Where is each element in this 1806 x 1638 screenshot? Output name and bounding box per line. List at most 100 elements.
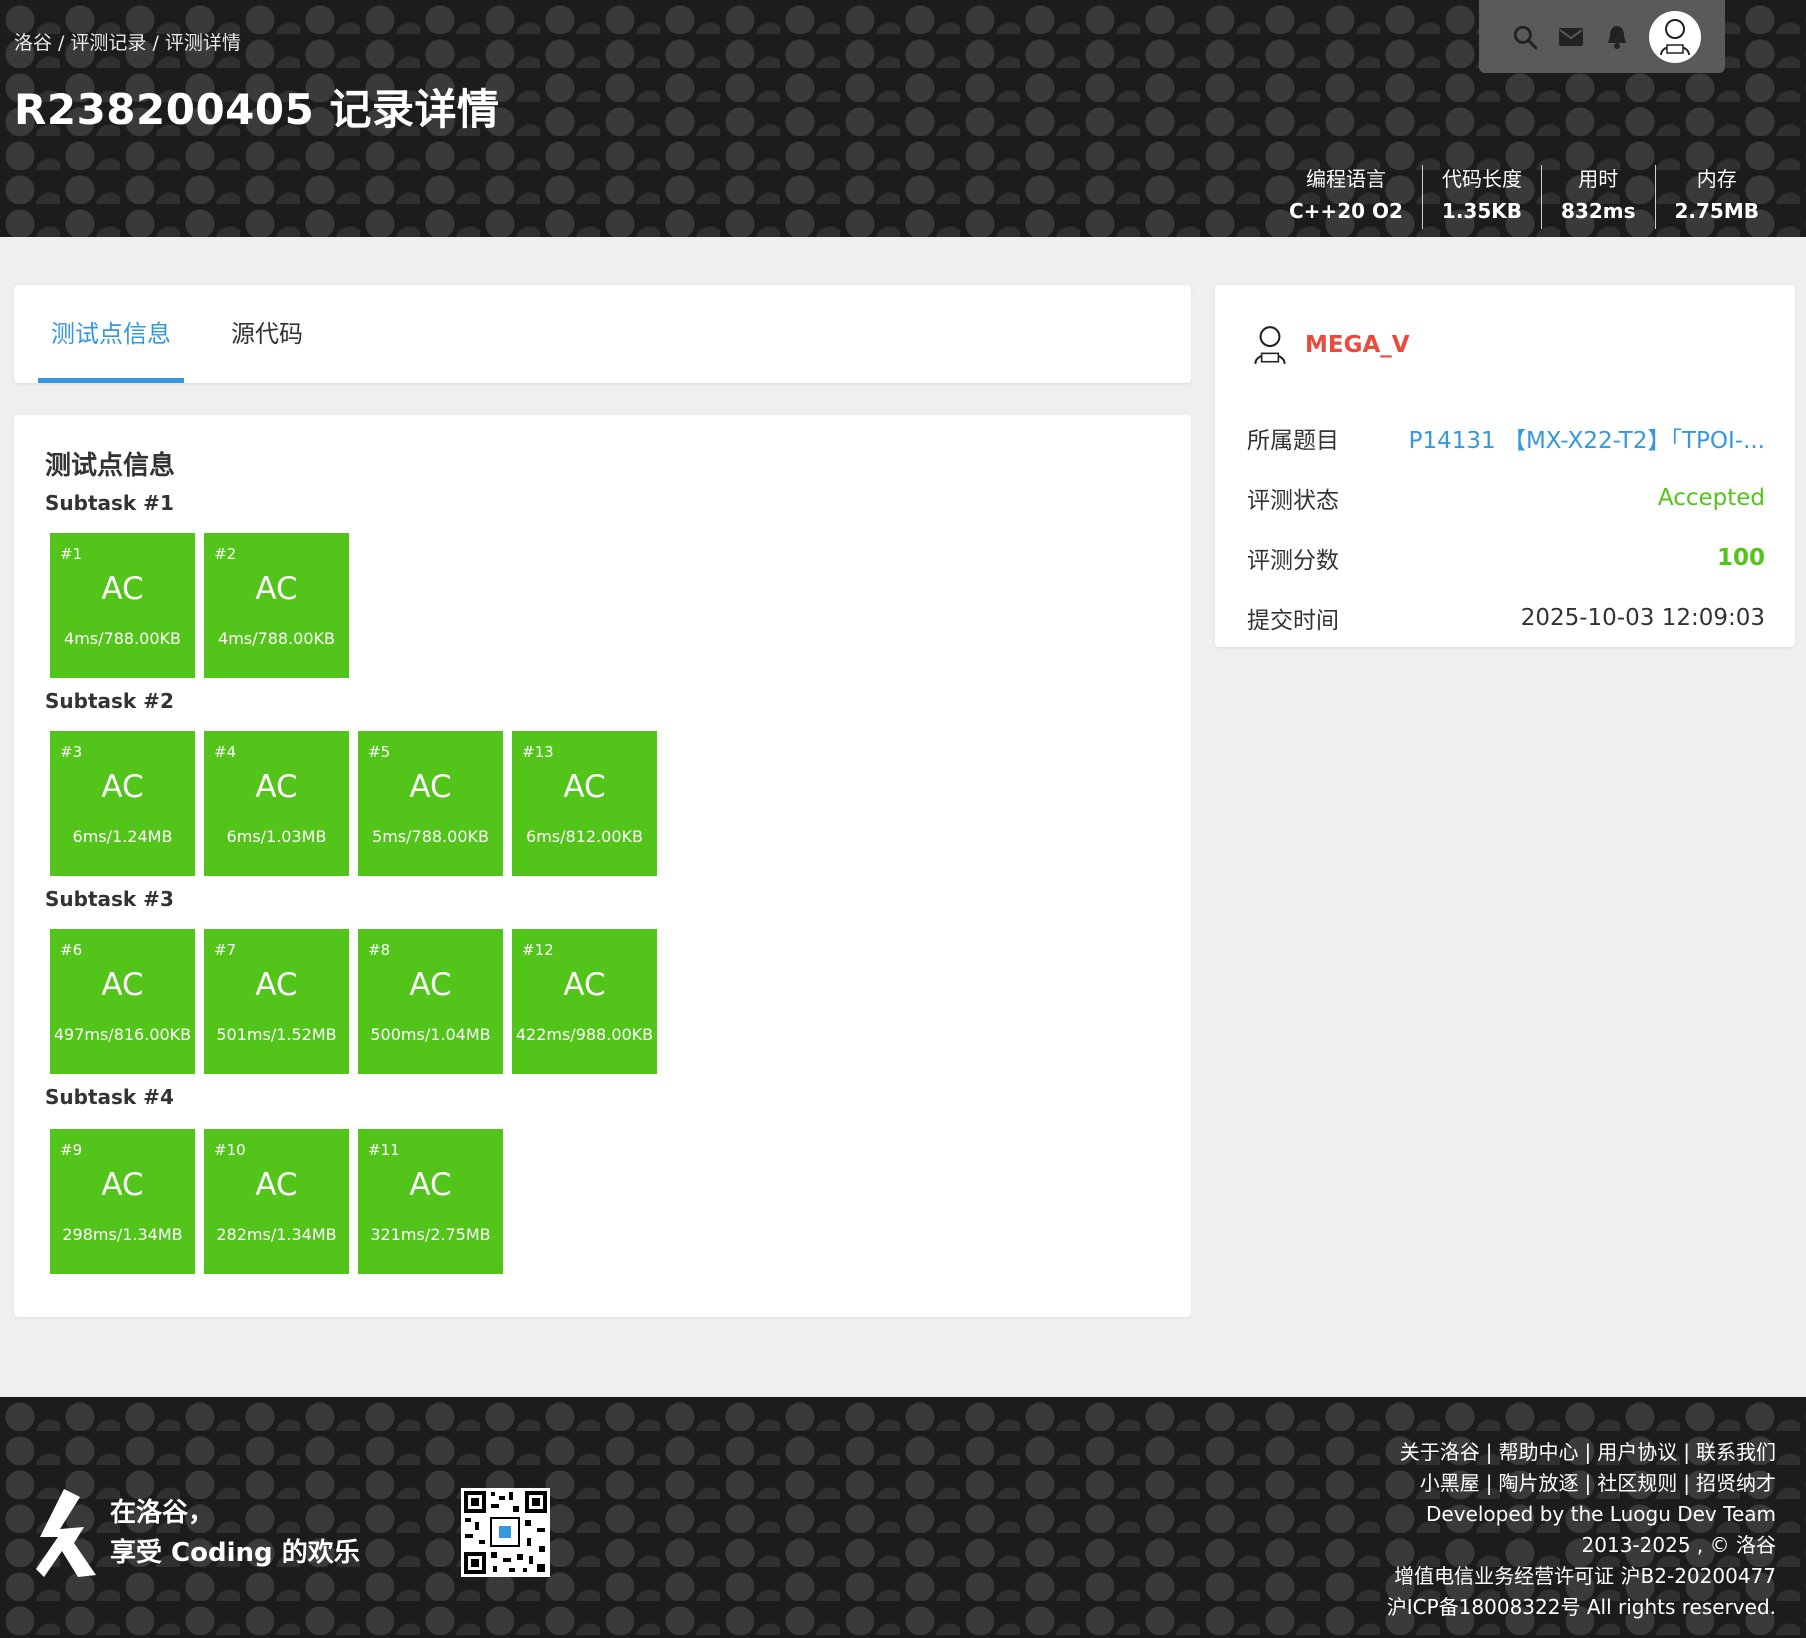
stat-value: 2.75MB — [1674, 199, 1760, 223]
tab-testcases[interactable]: 测试点信息 — [38, 285, 184, 383]
tab-source-code[interactable]: 源代码 — [214, 285, 320, 383]
subtask-cases: #6 AC 497ms/816.00KB #7 AC 501ms/1.52MB #8 AC… — [50, 929, 657, 1074]
testcase-card[interactable]: #1 AC 4ms/788.00KB — [50, 533, 195, 678]
breadcrumb-records[interactable]: 评测记录 — [70, 32, 146, 54]
user-avatar[interactable] — [1247, 322, 1293, 368]
slogan-line: 在洛谷， — [110, 1498, 215, 1528]
footer-link-blacklist[interactable]: 小黑屋 — [1420, 1471, 1480, 1495]
testcase-card[interactable]: #8 AC 500ms/1.04MB — [358, 929, 503, 1074]
avatar[interactable] — [1649, 10, 1701, 63]
score-value: 100 — [1716, 545, 1765, 571]
stat-code-length: 代码长度 1.35KB — [1421, 165, 1541, 229]
testcase-card[interactable]: #13 AC 6ms/812.00KB — [512, 731, 657, 876]
submit-time-value: 2025-10-03 12:09:03 — [1520, 605, 1765, 631]
testcase-usage: 298ms/1.34MB — [62, 1225, 183, 1244]
breadcrumb-detail: 评测详情 — [164, 32, 241, 54]
breadcrumb-luogu[interactable]: 洛谷 — [14, 32, 52, 54]
stat-memory: 内存 2.75MB — [1654, 165, 1779, 229]
info-label: 提交时间 — [1247, 608, 1339, 634]
record-info-card: MEGA_V 所属题目 P14131 【MX-X22-T2】「TPOI-... … — [1215, 285, 1795, 647]
subtask-title: Subtask #2 — [45, 689, 174, 713]
testcase-status: AC — [409, 1167, 452, 1203]
testcase-id: #3 — [60, 743, 83, 761]
stat-label: 编程语言 — [1305, 167, 1386, 191]
testcase-usage: 501ms/1.52MB — [216, 1025, 337, 1044]
footer-links-row: 关于洛谷 | 帮助中心 | 用户协议 | 联系我们 — [1399, 1440, 1776, 1464]
testcase-status: AC — [563, 967, 606, 1003]
testcase-card[interactable]: #7 AC 501ms/1.52MB — [204, 929, 349, 1074]
testcase-status: AC — [563, 769, 606, 805]
stat-language: 编程语言 C++20 O2 — [1270, 165, 1422, 229]
testcase-status: AC — [255, 571, 298, 607]
testcase-id: #4 — [214, 743, 237, 761]
testcase-card[interactable]: #2 AC 4ms/788.00KB — [204, 533, 349, 678]
testcase-usage: 500ms/1.04MB — [370, 1025, 491, 1044]
testcase-card[interactable]: #12 AC 422ms/988.00KB — [512, 929, 657, 1074]
testcase-status: AC — [101, 1167, 144, 1203]
testcase-card[interactable]: #3 AC 6ms/1.24MB — [50, 731, 195, 876]
page-title: R238200405 记录详情 — [14, 85, 500, 134]
footer-link-help[interactable]: 帮助中心 — [1499, 1440, 1579, 1464]
testcase-id: #1 — [60, 545, 83, 563]
testcase-usage: 497ms/816.00KB — [53, 1025, 192, 1044]
stat-label: 代码长度 — [1441, 167, 1522, 191]
footer-links: 关于洛谷 | 帮助中心 | 用户协议 | 联系我们 小黑屋 | 陶片放逐 | 社区规则 | 招贤纳才 D… — [1387, 1437, 1776, 1623]
testcase-usage: 5ms/788.00KB — [372, 827, 489, 846]
subtask-title: Subtask #3 — [45, 887, 174, 911]
testcase-card[interactable]: #5 AC 5ms/788.00KB — [358, 731, 503, 876]
page-header: 洛谷 / 评测记录 / 评测详情 R238200405 记录详情 编程语言 C++20 … — [0, 0, 1806, 237]
testcase-status: AC — [409, 967, 452, 1003]
testcase-status: AC — [409, 769, 452, 805]
testcase-id: #5 — [368, 743, 391, 761]
stat-value: 832ms — [1561, 199, 1636, 223]
testcase-id: #9 — [60, 1141, 83, 1159]
testcase-id: #7 — [214, 941, 237, 959]
testcase-usage: 422ms/988.00KB — [515, 1025, 654, 1044]
slogan-line: 享受 Coding 的欢乐 — [110, 1538, 360, 1568]
info-row-submit-time: 提交时间 2025-10-03 12:09:03 — [1247, 598, 1765, 638]
footer-link-contact[interactable]: 联系我们 — [1696, 1440, 1776, 1464]
testcase-card[interactable]: #4 AC 6ms/1.03MB — [204, 731, 349, 876]
testcase-id: #6 — [60, 941, 83, 959]
testcase-usage: 4ms/788.00KB — [64, 629, 181, 648]
subtask-title: Subtask #4 — [45, 1085, 174, 1109]
footer-link-agreement[interactable]: 用户协议 — [1597, 1440, 1677, 1464]
footer-license: 增值电信业务经营许可证 沪B2-20200477 — [1394, 1564, 1776, 1588]
problem-link[interactable]: P14131 【MX-X22-T2】「TPOI-... — [1409, 421, 1765, 455]
status-value: Accepted — [1657, 485, 1765, 511]
breadcrumb-separator: / — [152, 32, 159, 54]
bell-icon[interactable] — [1603, 23, 1631, 51]
testcase-status: AC — [101, 769, 144, 805]
record-stats: 编程语言 C++20 O2 代码长度 1.35KB 用时 832ms 内存 2.… — [1270, 165, 1778, 229]
search-icon[interactable] — [1511, 23, 1539, 51]
testcase-card[interactable]: #9 AC 298ms/1.34MB — [50, 1129, 195, 1274]
testcase-card[interactable]: #11 AC 321ms/2.75MB — [358, 1129, 503, 1274]
info-row-score: 评测分数 100 — [1247, 538, 1765, 578]
footer-link-dev-team[interactable]: Luogu Dev Team — [1610, 1502, 1776, 1526]
testcase-usage: 4ms/788.00KB — [218, 629, 335, 648]
info-label: 评测分数 — [1247, 548, 1339, 574]
footer-link-jobs[interactable]: 招贤纳才 — [1696, 1471, 1776, 1495]
testcase-status: AC — [255, 769, 298, 805]
breadcrumb-separator: / — [58, 32, 65, 54]
subtask-cases: #1 AC 4ms/788.00KB #2 AC 4ms/788.00KB — [50, 533, 349, 678]
stat-label: 用时 — [1578, 167, 1619, 191]
subtask-cases: #3 AC 6ms/1.24MB #4 AC 6ms/1.03MB #5 AC 5ms/78… — [50, 731, 657, 876]
testcase-card[interactable]: #10 AC 282ms/1.34MB — [204, 1129, 349, 1274]
footer-link-rules[interactable]: 社区规则 — [1597, 1471, 1677, 1495]
luogu-logo[interactable] — [34, 1487, 98, 1583]
page-footer: 在洛谷， 享受 Coding 的欢乐 关于洛谷 | 帮助中心 | 用户协议 | 联系我们 小… — [0, 1397, 1806, 1638]
footer-dev-credit: Developed by the Luogu Dev Team — [1426, 1502, 1776, 1526]
footer-link-about[interactable]: 关于洛谷 — [1400, 1440, 1480, 1464]
footer-link-ostracism[interactable]: 陶片放逐 — [1499, 1471, 1579, 1495]
breadcrumb: 洛谷 / 评测记录 / 评测详情 — [14, 28, 247, 55]
mail-icon[interactable] — [1557, 23, 1585, 51]
username-link[interactable]: MEGA_V — [1305, 332, 1410, 358]
testcase-status: AC — [101, 967, 144, 1003]
testcase-id: #12 — [522, 941, 554, 959]
tabs-card: 测试点信息 源代码 — [14, 285, 1191, 383]
stat-time: 用时 832ms — [1541, 165, 1655, 229]
testcase-card[interactable]: #6 AC 497ms/816.00KB — [50, 929, 195, 1074]
testcase-id: #8 — [368, 941, 391, 959]
footer-link-icp[interactable]: 沪ICP备18008322号 — [1387, 1595, 1581, 1619]
